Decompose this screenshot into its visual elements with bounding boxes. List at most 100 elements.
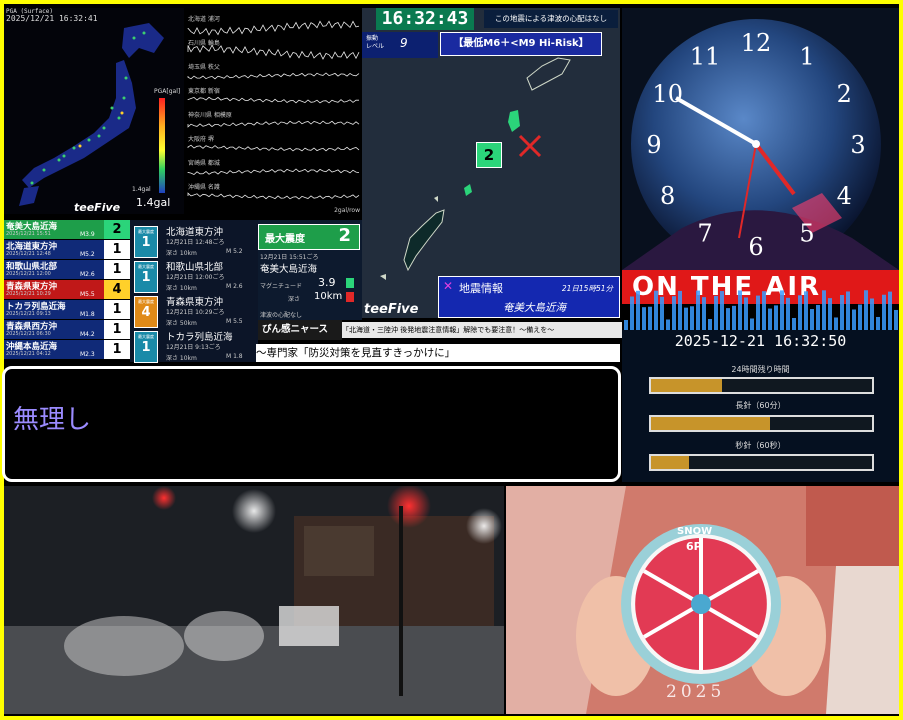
equalizer-bar bbox=[864, 290, 868, 330]
detail-region: 北海道東方沖 bbox=[166, 227, 224, 238]
tsunami-note: 津波の心配なし bbox=[260, 312, 303, 319]
detail-region: 青森県東方沖 bbox=[166, 297, 224, 308]
detail-magnitude: M 5.2 bbox=[226, 248, 243, 255]
quake-info-region: 奄美大島近海 bbox=[503, 302, 566, 314]
pga-scale-label: PGA[gal] bbox=[154, 88, 181, 95]
detail-intensity: 1 bbox=[141, 270, 151, 285]
audio-equalizer bbox=[624, 290, 898, 330]
quake-intensity: 1 bbox=[104, 340, 130, 359]
quake-magnitude: M5.5 bbox=[80, 291, 95, 298]
detail-intensity-badge: 最大震度 4 bbox=[134, 296, 158, 328]
brand-logo-center: teeFive bbox=[364, 302, 419, 317]
equalizer-bar bbox=[816, 304, 820, 330]
station-label: 宮崎県 都城 bbox=[188, 160, 220, 167]
timer-progress-bar bbox=[649, 454, 874, 471]
timer-progress-bar bbox=[649, 415, 874, 432]
equalizer-bar bbox=[630, 296, 634, 330]
magnitude-indicator bbox=[346, 278, 354, 288]
equalizer-bar bbox=[888, 291, 892, 330]
equalizer-bar bbox=[732, 305, 736, 330]
quake-magnitude: M5.2 bbox=[80, 251, 95, 258]
street-camera-scene bbox=[4, 486, 504, 714]
max-intensity-region: 奄美大島近海 bbox=[260, 264, 318, 275]
quake-time: 2025/12/21 06:30 bbox=[6, 331, 51, 337]
equalizer-bar bbox=[726, 308, 730, 330]
quake-intensity: 1 bbox=[104, 320, 130, 339]
equalizer-bar bbox=[834, 317, 838, 330]
clock-number: 3 bbox=[850, 131, 865, 159]
clock-number: 5 bbox=[799, 219, 814, 247]
quake-list: 奄美大島近海 2025/12/21 15:51 M3.9 2 北海道東方沖 202… bbox=[4, 220, 130, 362]
waveform-trace bbox=[187, 144, 360, 152]
equalizer-bar bbox=[684, 307, 688, 330]
equalizer-bar bbox=[666, 319, 670, 330]
equalizer-bar bbox=[870, 298, 874, 330]
detail-row: 最大震度 1 トカラ列島近海 12月21日 9:13ごろ 深さ 10km M 1… bbox=[130, 325, 258, 371]
quake-time: 2025/12/21 09:13 bbox=[6, 311, 51, 317]
equalizer-bar bbox=[798, 295, 802, 330]
promo-year: 2025 bbox=[666, 682, 726, 702]
station-label: 石川県 輪島 bbox=[188, 40, 220, 47]
clock-number: 9 bbox=[646, 131, 661, 159]
gal-value: 1.4gal bbox=[136, 196, 171, 209]
equalizer-bar bbox=[876, 316, 880, 330]
equalizer-bar bbox=[852, 309, 856, 330]
waveform-trace bbox=[187, 120, 360, 128]
quake-intensity: 1 bbox=[104, 260, 130, 279]
equalizer-bar bbox=[720, 291, 724, 330]
analog-clock-panel: 12 1 2 3 4 5 6 7 8 9 10 11 bbox=[622, 8, 899, 270]
clock-number: 4 bbox=[837, 182, 852, 210]
max-intensity-label: 最大震度 bbox=[265, 234, 305, 245]
max-intensity-panel: 最大震度 2 12月21日 15:51ごろ 奄美大島近海 マグニチュード 3.9… bbox=[258, 220, 362, 320]
depth-indicator bbox=[346, 292, 354, 302]
station-label: 大阪府 堺 bbox=[188, 136, 214, 143]
clock-number: 10 bbox=[652, 80, 683, 108]
equalizer-bar bbox=[714, 295, 718, 330]
timer-bar-label: 24時間残り時間 bbox=[731, 365, 790, 374]
epicenter-map: 16:32:43 この地震による津波の心配はなし 振動 レベル 9 【最低M6＋… bbox=[362, 8, 620, 318]
station-label: 東京都 新宿 bbox=[188, 88, 220, 95]
station-label: 神奈川県 相模原 bbox=[188, 112, 232, 119]
ticker-subline: ～専門家「防災対策を見直すきっかけに」 bbox=[256, 344, 620, 362]
timer-progress-fill bbox=[651, 417, 771, 430]
timer-bar-label: 秒針（60秒） bbox=[735, 441, 786, 450]
max-intensity-time: 12月21日 15:51ごろ bbox=[260, 254, 319, 261]
equalizer-bar bbox=[762, 291, 766, 330]
detail-magnitude: M 2.6 bbox=[226, 283, 243, 290]
quake-magnitude: M2.6 bbox=[80, 271, 95, 278]
news-ticker: ぴん感ニャース 「北海道・三陸沖 後発地震注意情報」解除でも要注意！～備えを～ … bbox=[256, 320, 622, 364]
equalizer-bar bbox=[840, 295, 844, 330]
quake-time: 2025/12/21 12:48 bbox=[6, 251, 51, 257]
waveform-panel: 北海道 浦河 石川県 輪島 埼玉県 秩父 東京都 新宿 神奈川県 相模原 大阪府 堺宮崎県… bbox=[184, 8, 362, 214]
snow-brand: SNOW bbox=[677, 526, 713, 537]
detail-time: 12月21日 12:48ごろ bbox=[166, 239, 225, 246]
equalizer-bar bbox=[768, 308, 772, 330]
equalizer-bar bbox=[678, 290, 682, 330]
detail-magnitude: M 5.5 bbox=[226, 318, 243, 325]
waveform-trace bbox=[187, 44, 360, 60]
equalizer-bar bbox=[756, 295, 760, 330]
detail-depth: 深さ 10km bbox=[166, 355, 197, 362]
equalizer-bar bbox=[642, 307, 646, 330]
message-box: 無理し bbox=[2, 366, 621, 482]
equalizer-bar bbox=[636, 290, 640, 330]
equalizer-bar bbox=[690, 306, 694, 330]
equalizer-bar bbox=[894, 309, 898, 330]
cross-icon: ✕ bbox=[443, 279, 454, 293]
analog-clock-svg: 12 12 3 45 6 78 9 1011 bbox=[622, 19, 899, 270]
timer-panel: 2025-12-21 16:32:50 24時間残り時間 長針（60分） 秒針（60… bbox=[622, 330, 899, 482]
equalizer-bar bbox=[780, 290, 784, 330]
magnitude-value: 3.9 bbox=[318, 276, 336, 289]
quake-row: 北海道東方沖 2025/12/21 12:48 M5.2 1 bbox=[4, 240, 130, 259]
quake-magnitude: M4.2 bbox=[80, 331, 95, 338]
depth-value: 10km bbox=[314, 291, 343, 302]
quake-magnitude: M2.3 bbox=[80, 351, 95, 358]
intensity-marker: 2 bbox=[476, 142, 502, 168]
equalizer-bar bbox=[696, 290, 700, 330]
timer-bar-label: 長針（60分） bbox=[735, 401, 786, 410]
quake-time: 2025/12/21 15:51 bbox=[6, 231, 51, 237]
quake-intensity: 1 bbox=[104, 240, 130, 259]
equalizer-bar bbox=[822, 290, 826, 330]
equalizer-bar bbox=[828, 298, 832, 330]
equalizer-bar bbox=[744, 297, 748, 330]
